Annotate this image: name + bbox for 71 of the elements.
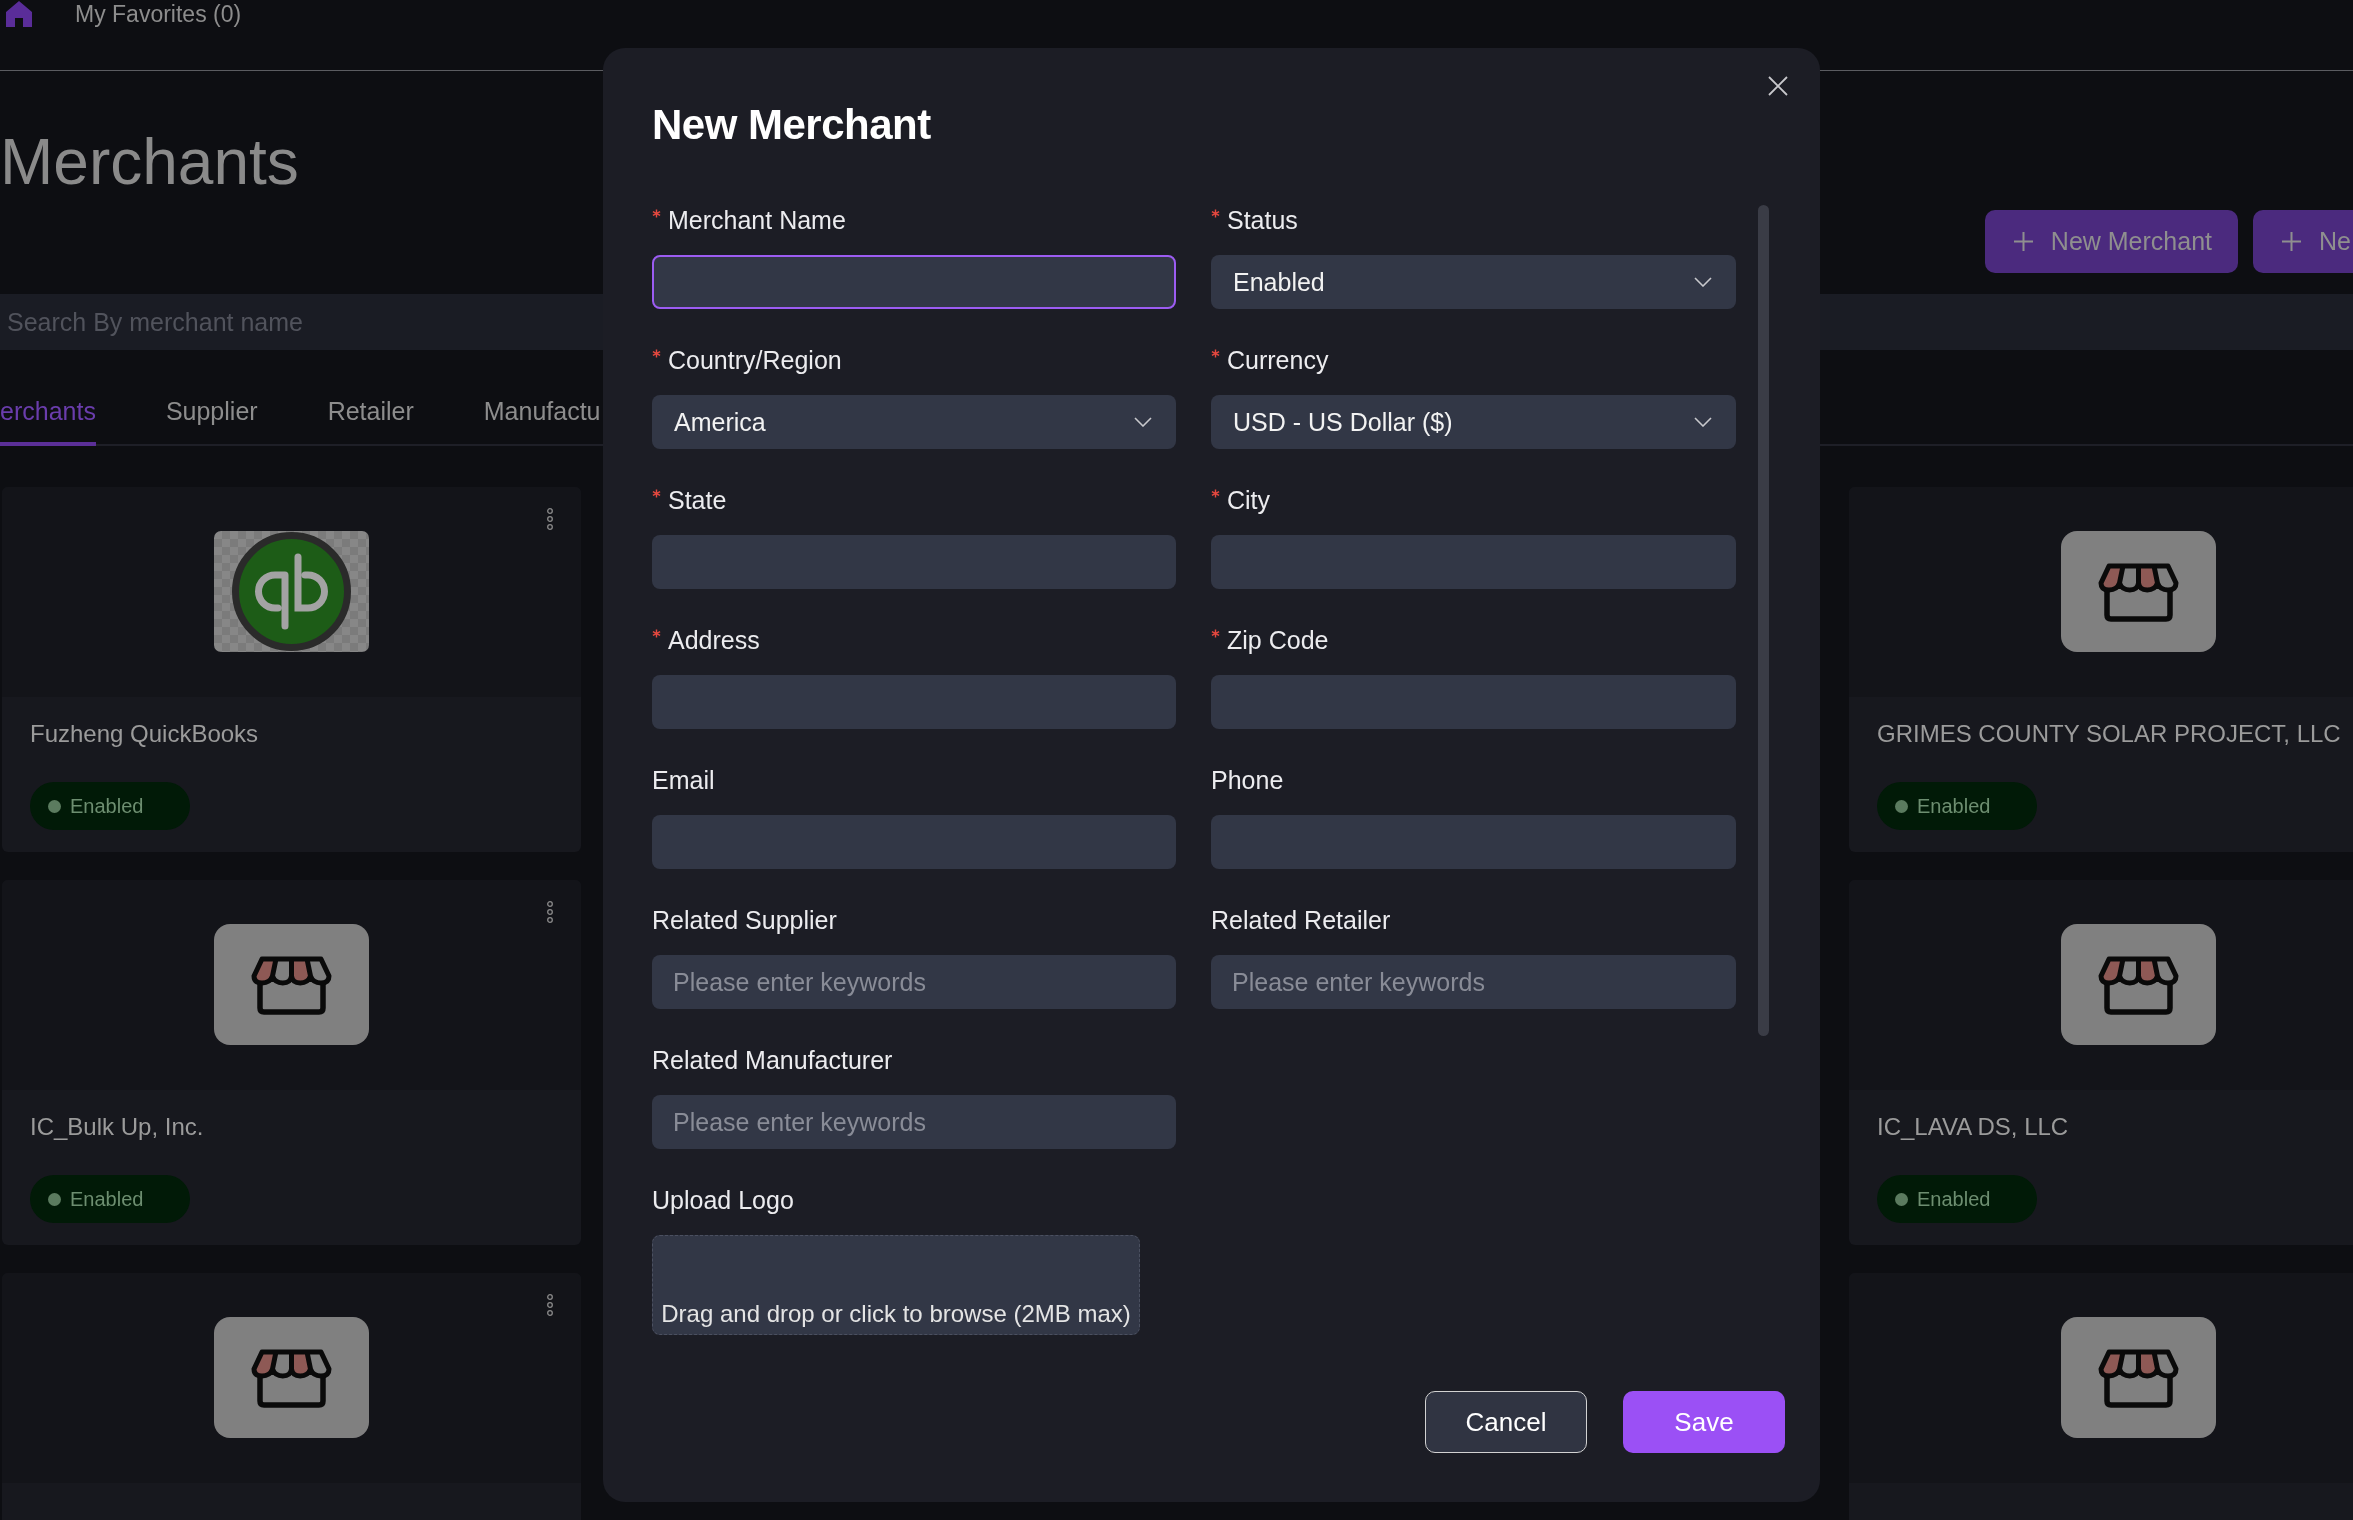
status-text: Enabled — [1917, 794, 1991, 818]
text-field[interactable] — [1211, 815, 1736, 869]
status-text: Enabled — [1917, 1187, 1991, 1211]
field-label: Email — [652, 765, 715, 796]
add-button[interactable]: New Merchant — [1984, 210, 2238, 273]
text-field[interactable] — [652, 255, 1176, 309]
field-label: Upload Logo — [652, 1185, 794, 1216]
page-title: Merchants — [0, 126, 299, 198]
tab[interactable]: Manufactu — [483, 350, 601, 446]
cancel-button[interactable]: Cancel — [1425, 1391, 1587, 1453]
merchant-name: Fuzheng QuickBooks — [30, 720, 260, 748]
text-field[interactable] — [652, 675, 1176, 729]
field-label: Address — [668, 625, 760, 656]
store-icon — [2061, 1317, 2216, 1438]
text-field[interactable]: Please enter keywords — [1211, 955, 1736, 1009]
text-field[interactable] — [652, 815, 1176, 869]
dropdown-field[interactable]: USD - US Dollar ($) — [1211, 395, 1736, 449]
merchant-name: IC_LAVA DS, LLC — [1877, 1113, 2070, 1141]
merchant-card[interactable]: GRIMES COUNTY SOLAR PROJECT, LLC Enabled — [1849, 487, 2353, 852]
text-field[interactable]: Please enter keywords — [652, 955, 1176, 1009]
chevron-down-icon — [1694, 277, 1712, 287]
tab[interactable]: Supplier — [165, 350, 258, 446]
field-label: City — [1227, 485, 1271, 516]
field-label: Zip Code — [1227, 625, 1329, 656]
status-text: Enabled — [70, 1187, 144, 1211]
plus-icon — [2281, 231, 2302, 252]
field-label: Country/Region — [668, 345, 842, 376]
field-label: Related Supplier — [652, 905, 837, 936]
text-field[interactable] — [652, 535, 1176, 589]
status-dot-icon — [1895, 799, 1908, 813]
field-label: Currency — [1227, 345, 1329, 376]
text-field[interactable]: Please enter keywords — [652, 1095, 1176, 1149]
status-dot-icon — [1895, 1192, 1908, 1206]
field-label: Phone — [1211, 765, 1284, 796]
field-label: Related Manufacturer — [652, 1045, 893, 1076]
add-button[interactable]: Ne — [2253, 210, 2353, 273]
merchant-name: IC_Bulk Up, Inc. — [30, 1113, 205, 1141]
status-text: Enabled — [70, 794, 144, 818]
save-button[interactable]: Save — [1623, 1391, 1785, 1453]
store-icon — [214, 924, 369, 1045]
plus-icon — [2012, 231, 2034, 252]
scrollbar-thumb[interactable] — [1758, 205, 1769, 1036]
merchant-name: GRIMES COUNTY SOLAR PROJECT, LLC — [1877, 720, 2342, 748]
field-label: Merchant Name — [668, 205, 846, 236]
merchant-card[interactable]: Fuzheng QuickBooks Enabled — [2, 487, 581, 852]
text-field[interactable] — [1211, 535, 1736, 589]
field-label: State — [668, 485, 727, 516]
dropdown-field[interactable]: Enabled — [1211, 255, 1736, 309]
merchant-card[interactable]: IC_LAVA DS, LLC Enabled — [1849, 880, 2353, 1245]
more-options-icon[interactable] — [546, 508, 554, 530]
dialog-title: New Merchant — [652, 100, 931, 150]
status-dot-icon — [48, 1192, 61, 1206]
store-icon — [214, 1317, 369, 1438]
tab[interactable]: Retailer — [327, 350, 414, 446]
more-options-icon[interactable] — [546, 1294, 554, 1316]
status-dot-icon — [48, 799, 61, 813]
store-icon — [2061, 531, 2216, 652]
more-options-icon[interactable] — [546, 901, 554, 923]
store-icon — [2061, 924, 2216, 1045]
field-label: Related Retailer — [1211, 905, 1391, 936]
chevron-down-icon — [1134, 417, 1152, 427]
favorites-link[interactable]: My Favorites (0) — [75, 0, 242, 28]
logo-icon — [214, 531, 369, 652]
text-field[interactable] — [1211, 675, 1736, 729]
close-icon[interactable] — [1768, 76, 1788, 96]
upload-dropzone[interactable]: Drag and drop or click to browse (2MB max) — [652, 1235, 1140, 1335]
dropdown-field[interactable]: America — [652, 395, 1176, 449]
chevron-down-icon — [1694, 417, 1712, 427]
field-label: Status — [1227, 205, 1298, 236]
merchant-card[interactable]: IC_Bulk Up, Inc. Enabled — [2, 880, 581, 1245]
home-icon[interactable] — [5, 0, 33, 28]
